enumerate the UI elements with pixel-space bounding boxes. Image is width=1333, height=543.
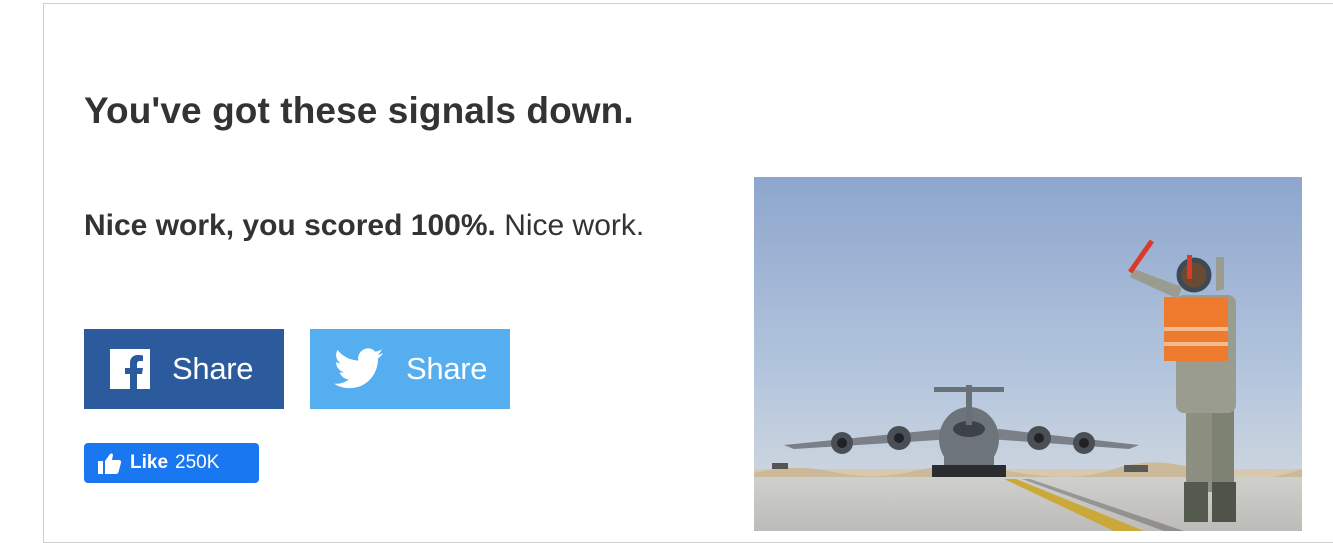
like-label: Like: [130, 452, 169, 473]
thumbs-up-icon: [98, 452, 122, 474]
facebook-share-button[interactable]: Share: [84, 329, 284, 409]
score-text: Nice work, you scored 100%.: [84, 209, 496, 242]
facebook-like-button[interactable]: Like 250K: [84, 443, 259, 483]
facebook-share-label: Share: [172, 351, 254, 386]
result-text: Nice work, you scored 100%. Nice work.: [84, 198, 664, 254]
result-headline: You've got these signals down.: [84, 90, 634, 131]
facebook-logo-icon: [110, 349, 150, 389]
twitter-share-label: Share: [406, 351, 488, 386]
result-comment: Nice work.: [504, 209, 645, 242]
like-count: 250K: [175, 452, 220, 473]
twitter-bird-icon: [334, 348, 384, 390]
twitter-share-button[interactable]: Share: [310, 329, 510, 409]
result-photo: [754, 177, 1302, 531]
